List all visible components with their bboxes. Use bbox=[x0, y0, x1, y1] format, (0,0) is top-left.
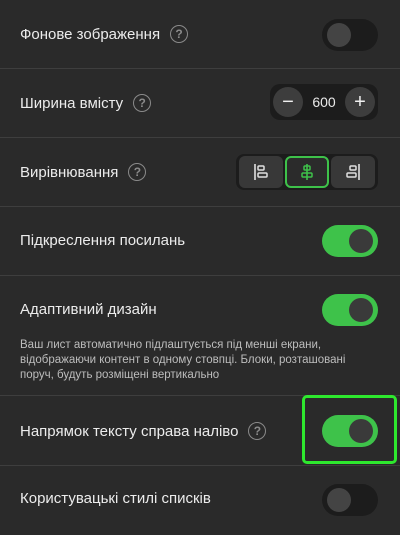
email-settings-panel: Фонове зображення ? Ширина вмісту ? 600 … bbox=[0, 0, 400, 535]
custom-list-styles-toggle[interactable] bbox=[322, 484, 378, 516]
divider bbox=[0, 275, 400, 276]
help-icon[interactable]: ? bbox=[248, 422, 267, 440]
divider bbox=[0, 465, 400, 466]
custom-list-styles-label: Користувацькі стилі списків bbox=[20, 490, 211, 507]
right-align-icon bbox=[346, 164, 360, 180]
content-width-label: Ширина вмісту ? bbox=[20, 94, 152, 112]
divider bbox=[0, 68, 400, 69]
center-align-icon bbox=[301, 164, 313, 180]
toggle-knob bbox=[349, 298, 373, 322]
background-image-toggle[interactable] bbox=[322, 19, 378, 51]
rtl-direction-label: Напрямок тексту справа наліво ? bbox=[20, 422, 267, 440]
help-icon[interactable]: ? bbox=[133, 94, 152, 112]
increase-width-button[interactable]: + bbox=[345, 87, 375, 117]
alignment-label: Вирівнювання ? bbox=[20, 163, 147, 181]
alignment-segmented-control bbox=[236, 154, 378, 190]
align-left-button[interactable] bbox=[239, 156, 283, 188]
toggle-knob bbox=[327, 23, 351, 47]
responsive-design-toggle[interactable] bbox=[322, 294, 378, 326]
responsive-design-label: Адаптивний дизайн bbox=[20, 301, 157, 318]
toggle-knob bbox=[349, 229, 373, 253]
left-align-icon bbox=[254, 164, 268, 180]
divider bbox=[0, 137, 400, 138]
background-image-label: Фонове зображення ? bbox=[20, 25, 189, 43]
link-underline-toggle[interactable] bbox=[322, 225, 378, 257]
focus-highlight bbox=[302, 395, 397, 464]
help-icon[interactable]: ? bbox=[170, 25, 189, 43]
toggle-knob bbox=[327, 488, 351, 512]
align-right-button[interactable] bbox=[331, 156, 375, 188]
responsive-design-description: Ваш лист автоматично підлаштується під м… bbox=[20, 339, 346, 381]
content-width-stepper: 600 − + bbox=[270, 84, 378, 120]
help-icon[interactable]: ? bbox=[128, 163, 147, 181]
divider bbox=[0, 206, 400, 207]
decrease-width-button[interactable]: − bbox=[273, 87, 303, 117]
align-center-button[interactable] bbox=[285, 156, 329, 188]
link-underline-label: Підкреслення посилань bbox=[20, 232, 186, 249]
